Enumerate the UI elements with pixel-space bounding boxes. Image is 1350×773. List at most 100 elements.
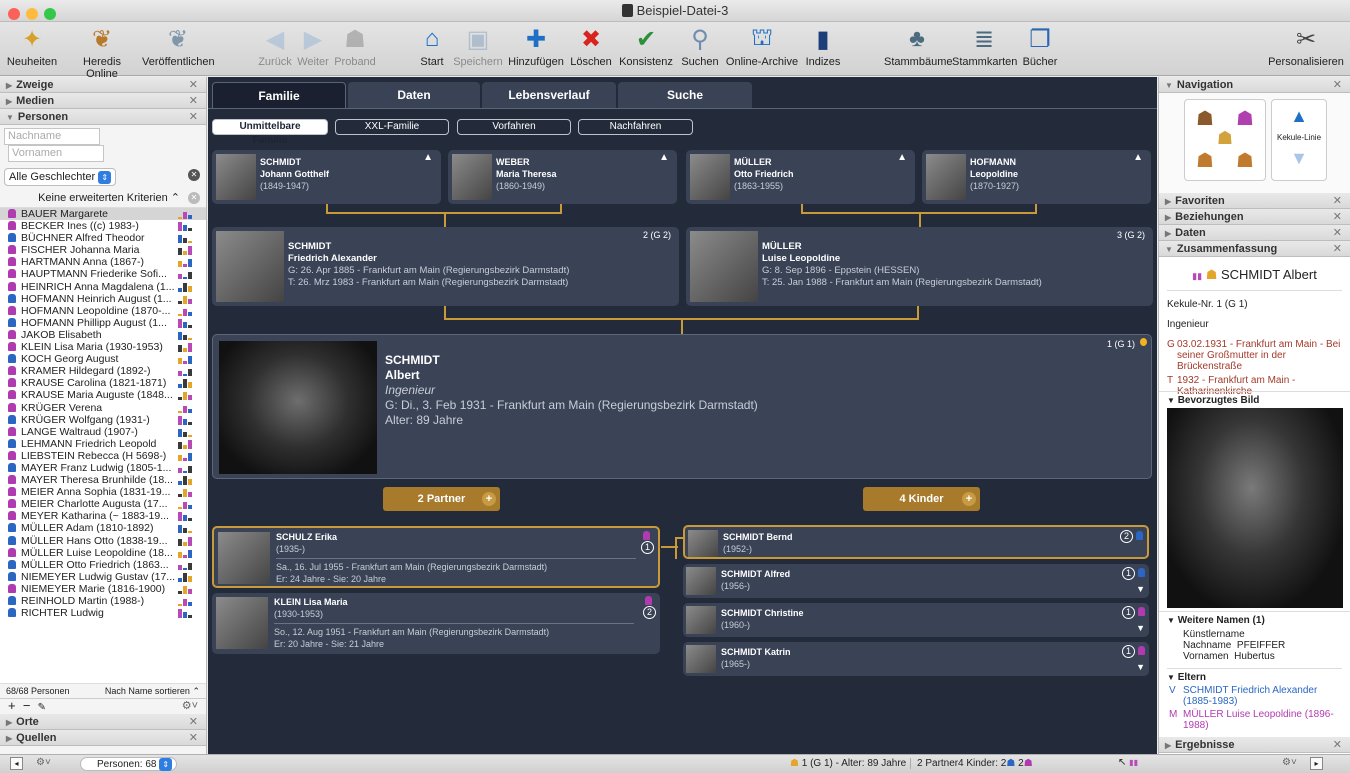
close-icon[interactable]: ✕ [189, 93, 198, 109]
list-item[interactable]: NIEMEYER Marie (1816-1900) [0, 583, 206, 595]
tab-familie[interactable]: Familie [212, 82, 346, 108]
list-item[interactable]: KRAMER Hildegard (1892-) [0, 365, 206, 377]
list-item[interactable]: KOCH Georg August [0, 353, 206, 365]
lastname-input[interactable]: Nachname [4, 128, 100, 145]
list-item[interactable]: BECKER Ines ((c) 1983-) [0, 220, 206, 232]
sort-select[interactable]: Nach Name sortieren ⌃ [105, 684, 200, 698]
subtab-xxl-familie[interactable]: XXL-Familie [335, 119, 449, 135]
subtab-nachfahren[interactable]: Nachfahren [578, 119, 693, 135]
partner-card[interactable]: KLEIN Lisa Maria (1930-1953) So., 12. Aug … [212, 593, 660, 654]
list-item[interactable]: KRAUSE Carolina (1821-1871) [0, 377, 206, 389]
navigation-header[interactable]: ▼ Navigation ✕ [1159, 77, 1350, 93]
gear-icon[interactable]: ⚙˅ [1282, 757, 1297, 768]
minimize-window-icon[interactable] [26, 8, 38, 20]
close-icon[interactable]: ✕ [1333, 77, 1342, 93]
section-zweige[interactable]: ▶ Zweige ✕ [0, 77, 206, 93]
remove-person-icon[interactable]: − [23, 698, 31, 713]
tab-lebensverlauf[interactable]: Lebensverlauf [482, 82, 616, 108]
neuheiten-button[interactable]: ✦ Neuheiten [2, 24, 62, 69]
stammbaeume-button[interactable]: ♣ Stammbäume [884, 24, 952, 68]
section-beziehungen[interactable]: ▶ Beziehungen ✕ [1159, 209, 1350, 225]
section-favoriten[interactable]: ▶ Favoriten ✕ [1159, 193, 1350, 209]
child-card[interactable]: SCHMIDT Christine (1960-) 1 ▼ [683, 603, 1149, 637]
grandparent-card[interactable]: MÜLLER Otto Friedrich (1863-1955) ▲ [686, 150, 915, 204]
gear-icon[interactable]: ⚙˅ [36, 757, 51, 768]
criteria-select[interactable]: Keine erweiterten Kriterien ⌃ ✕ [4, 191, 202, 204]
parents-header[interactable]: ▼ Eltern [1167, 668, 1342, 683]
list-item[interactable]: KRÜGER Verena [0, 402, 206, 414]
list-item[interactable]: LANGE Waltraud (1907-) [0, 426, 206, 438]
list-item[interactable]: MÜLLER Luise Leopoldine (18... [0, 547, 206, 559]
list-item[interactable]: MAYER Franz Ludwig (1805-1... [0, 462, 206, 474]
list-item[interactable]: MÜLLER Otto Friedrich (1863... [0, 559, 206, 571]
person-list[interactable]: BAUER Margarete BECKER Ines ((c) 1983-) BÜ… [0, 207, 206, 684]
parent-card[interactable]: MÜLLER Luise Leopoldine G: 8. Sep 1896 - E… [686, 227, 1153, 306]
list-item[interactable]: HEINRICH Anna Magdalena (1... [0, 281, 206, 293]
expand-up-icon[interactable]: ▲ [423, 152, 433, 163]
firstname-input[interactable]: Vornamen [8, 145, 104, 162]
online-archive-button[interactable]: ⛫ Online-Archive [724, 24, 800, 68]
section-personen[interactable]: ▼ Personen ✕ [0, 109, 206, 125]
gender-select[interactable]: Alle Geschlechter ⇕ [4, 168, 117, 186]
stammkarten-button[interactable]: ≣ Stammkarten [952, 24, 1017, 69]
close-icon[interactable]: ✕ [1333, 193, 1342, 209]
list-item[interactable]: RICHTER Ludwig [0, 607, 206, 619]
start-button[interactable]: ⌂ Start [414, 24, 450, 68]
edit-pencil-icon[interactable]: ✎ [38, 702, 46, 713]
list-item[interactable]: JAKOB Elisabeth [0, 329, 206, 341]
speichern-button[interactable]: ▣ Speichern [452, 24, 504, 69]
weiter-button[interactable]: ▶ Weiter [296, 24, 330, 69]
child-card[interactable]: SCHMIDT Alfred (1956-) 1 ▼ [683, 564, 1149, 598]
list-item[interactable]: HOFMANN Heinrich August (1... [0, 293, 206, 305]
father-link[interactable]: V SCHMIDT Friedrich Alexander (1885-1983) [1167, 685, 1342, 707]
expand-up-icon[interactable]: ▲ [659, 152, 669, 163]
loeschen-button[interactable]: ✖ Löschen [568, 24, 614, 69]
list-item[interactable]: MAYER Theresa Brunhilde (18... [0, 474, 206, 486]
tab-suche[interactable]: Suche [618, 82, 752, 108]
hinzufuegen-button[interactable]: ✚ Hinzufügen [506, 24, 566, 69]
tool-icon[interactable]: ↖ ▮▮ [1118, 757, 1138, 768]
grandparent-card[interactable]: SCHMIDT Johann Gotthelf (1849-1947) ▲ [212, 150, 441, 204]
list-item[interactable]: HARTMANN Anna (1867-) [0, 256, 206, 268]
tab-daten[interactable]: Daten [348, 82, 480, 108]
sidebar-toggle-icon[interactable]: ▸ [1310, 757, 1323, 770]
persons-filter-select[interactable]: Personen: 68 ⇕ [80, 757, 178, 771]
list-item[interactable]: BAUER Margarete [0, 208, 206, 221]
results-header[interactable]: ▶ Ergebnisse ✕ [1159, 737, 1350, 753]
add-partner-icon[interactable]: + [482, 492, 496, 506]
partners-button[interactable]: 2 Partner + [383, 487, 500, 511]
list-item[interactable]: MEIER Anna Sophia (1831-19... [0, 486, 206, 498]
gear-icon[interactable]: ⚙˅ [182, 699, 198, 713]
expand-down-icon[interactable]: ▼ [1136, 623, 1145, 633]
kekule-navigator[interactable]: ☗ ☗ ☗ ☗ ☗ [1184, 99, 1266, 181]
list-item[interactable]: HOFMANN Phillipp August (1... [0, 317, 206, 329]
add-child-icon[interactable]: + [962, 492, 976, 506]
children-button[interactable]: 4 Kinder + [863, 487, 980, 511]
children-icon[interactable]: ☗ [1231, 148, 1259, 176]
section-zusammenfassung[interactable]: ▼ Zusammenfassung ✕ [1159, 241, 1350, 257]
list-item[interactable]: LEHMANN Friedrich Leopold [0, 438, 206, 450]
expand-up-icon[interactable]: ▲ [1133, 152, 1143, 163]
subtab-unmittelbare-familie[interactable]: Unmittelbare Familie [212, 119, 328, 146]
close-window-icon[interactable] [8, 8, 20, 20]
clear-filter-icon[interactable]: ✕ [188, 169, 200, 181]
expand-down-icon[interactable]: ▼ [1136, 584, 1145, 594]
list-item[interactable]: KRÜGER Wolfgang (1931-) [0, 414, 206, 426]
section-medien[interactable]: ▶ Medien ✕ [0, 93, 206, 109]
list-item[interactable]: MEIER Charlotte Augusta (17... [0, 498, 206, 510]
parent-card[interactable]: SCHMIDT Friedrich Alexander G: 26. Apr 188… [212, 227, 679, 306]
close-icon[interactable]: ✕ [1333, 241, 1342, 257]
sidebar-toggle-icon[interactable]: ◂ [10, 757, 23, 770]
list-item[interactable]: HAUPTMANN Friederike Sofi... [0, 268, 206, 280]
grandparent-card[interactable]: WEBER Maria Theresa (1860-1949) ▲ [448, 150, 677, 204]
list-item[interactable]: BÜCHNER Alfred Theodor [0, 232, 206, 244]
arrow-down-icon[interactable]: ▼ [1272, 148, 1326, 169]
close-icon[interactable]: ✕ [189, 730, 198, 746]
list-item[interactable]: KRAUSE Maria Auguste (1848... [0, 389, 206, 401]
close-icon[interactable]: ✕ [189, 77, 198, 93]
parents-icon[interactable]: ☗ [1191, 148, 1219, 176]
expand-down-icon[interactable]: ▼ [1136, 662, 1145, 672]
kekule-line-panel[interactable]: ▲ Kekule-Linie ▼ [1271, 99, 1327, 181]
child-card[interactable]: SCHMIDT Bernd (1952-) 2 [683, 525, 1149, 559]
arrow-up-icon[interactable]: ▲ [1272, 106, 1326, 127]
